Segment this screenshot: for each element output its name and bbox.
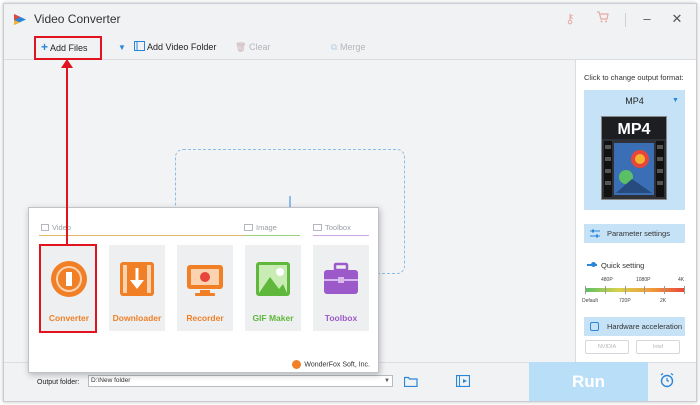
intel-label: Intel [652,344,664,350]
quality-tick [585,286,586,294]
change-format-label: Click to change output format: [584,73,684,82]
quality-tick [605,286,606,294]
downloader-tile[interactable]: Downloader [109,245,165,331]
merge-button[interactable]: ⧉ Merge [331,39,365,55]
minimize-button[interactable]: – [638,11,656,27]
trash-icon: 🗑 [235,42,247,52]
toolbox-label: Toolbox [324,313,358,323]
key-icon[interactable]: ⚷ [561,10,579,28]
cart-icon[interactable] [593,10,611,28]
image-category: Image [244,223,277,232]
alarm-clock-icon[interactable] [659,372,675,388]
quality-4k-label: 4K [678,277,685,283]
run-button[interactable]: Run [529,362,648,401]
title-separator [625,13,626,27]
hardware-acceleration-label: Hardware acceleration [607,322,683,331]
add-files-highlight [34,36,102,60]
clear-button[interactable]: 🗑 Clear [235,39,270,55]
recorder-icon [177,259,233,304]
merge-icon: ⧉ [331,42,338,52]
chip-icon [590,322,599,331]
gif-maker-label: GIF Maker [252,313,294,323]
merge-label: Merge [339,42,366,52]
output-format-selector[interactable]: MP4 ▼ MP4 [584,90,685,210]
toolbox-category-icon [313,224,322,231]
output-folder-field[interactable]: D:\New folder ▼ [88,375,393,387]
output-folder-path: D:\New folder [91,377,131,384]
video-category-label: Video [52,223,72,232]
quality-tick [644,286,645,294]
recorder-label: Recorder [186,313,224,323]
output-folder-dropdown-icon[interactable]: ▼ [382,376,392,386]
nvidia-label: NVIDIA [597,344,617,350]
folder-icon [134,41,145,51]
open-output-icon[interactable] [456,375,470,387]
parameter-settings-label: Parameter settings [607,229,670,238]
mp4-format-icon: MP4 [601,116,667,200]
image-category-underline [244,235,300,236]
downloader-icon [109,259,165,304]
credit-footer: WonderFox Soft, Inc. [292,360,370,369]
video-category-underline [39,235,260,236]
image-category-icon [244,224,253,231]
video-category-icon [41,224,49,231]
close-button[interactable]: ✕ [668,11,686,27]
image-category-label: Image [256,223,277,232]
quality-slider[interactable] [585,288,685,292]
app-logo-icon [14,14,26,25]
mp4-art-text: MP4 [618,121,651,138]
toolbox-category-label: Toolbox [325,223,351,232]
hardware-acceleration-button[interactable]: Hardware acceleration [584,317,685,336]
credit-text: WonderFox Soft, Inc. [304,361,370,369]
parameter-settings-button[interactable]: Parameter settings [584,224,685,243]
quality-tick [625,286,626,294]
quality-480p-label: 480P [601,277,613,283]
intel-chip[interactable]: Intel [636,340,680,354]
title-bar: Video Converter ⚷ – ✕ [4,4,696,34]
video-category: Video [41,223,71,232]
output-folder-label: Output folder: [37,379,80,386]
toolbox-category: Toolbox [313,223,351,232]
quality-2k-label: 2K [660,298,667,304]
nvidia-chip[interactable]: NVIDIA [585,340,629,354]
recorder-tile[interactable]: Recorder [177,245,233,331]
add-files-dropdown[interactable]: ▼ [118,39,126,55]
add-video-folder-button[interactable]: Add Video Folder [134,39,216,55]
format-name: MP4 [625,96,644,106]
quality-720p-label: 720P [619,298,631,304]
browse-folder-icon[interactable] [404,376,418,387]
toolbox-icon [313,259,369,304]
converter-highlight [39,244,97,333]
quick-setting-label: Quick setting [601,261,645,270]
wonderfox-logo-icon [292,360,302,369]
format-dropdown-icon: ▼ [672,97,679,104]
downloader-label: Downloader [112,313,162,323]
gif-maker-icon [245,259,301,304]
toolbox-tile[interactable]: Toolbox [313,245,369,331]
quality-tick [684,286,685,294]
quick-setting-dot-icon [591,262,596,267]
tool-launcher-popup: Video Image Toolbox Converter Downloader… [28,207,379,373]
window-title: Video Converter [34,12,121,26]
toolbar: + Add Files ▼ Add Video Folder 🗑 Clear ⧉… [4,34,696,60]
clear-label: Clear [248,42,271,52]
quality-default-label: Default [582,298,598,304]
gif-maker-tile[interactable]: GIF Maker [245,245,301,331]
quality-1080p-label: 1080P [636,277,651,283]
sliders-icon [590,229,600,238]
dropdown-arrow-icon: ▼ [118,43,126,52]
add-video-folder-label: Add Video Folder [147,42,217,52]
toolbox-category-underline [313,235,369,236]
quality-tick [664,286,665,294]
